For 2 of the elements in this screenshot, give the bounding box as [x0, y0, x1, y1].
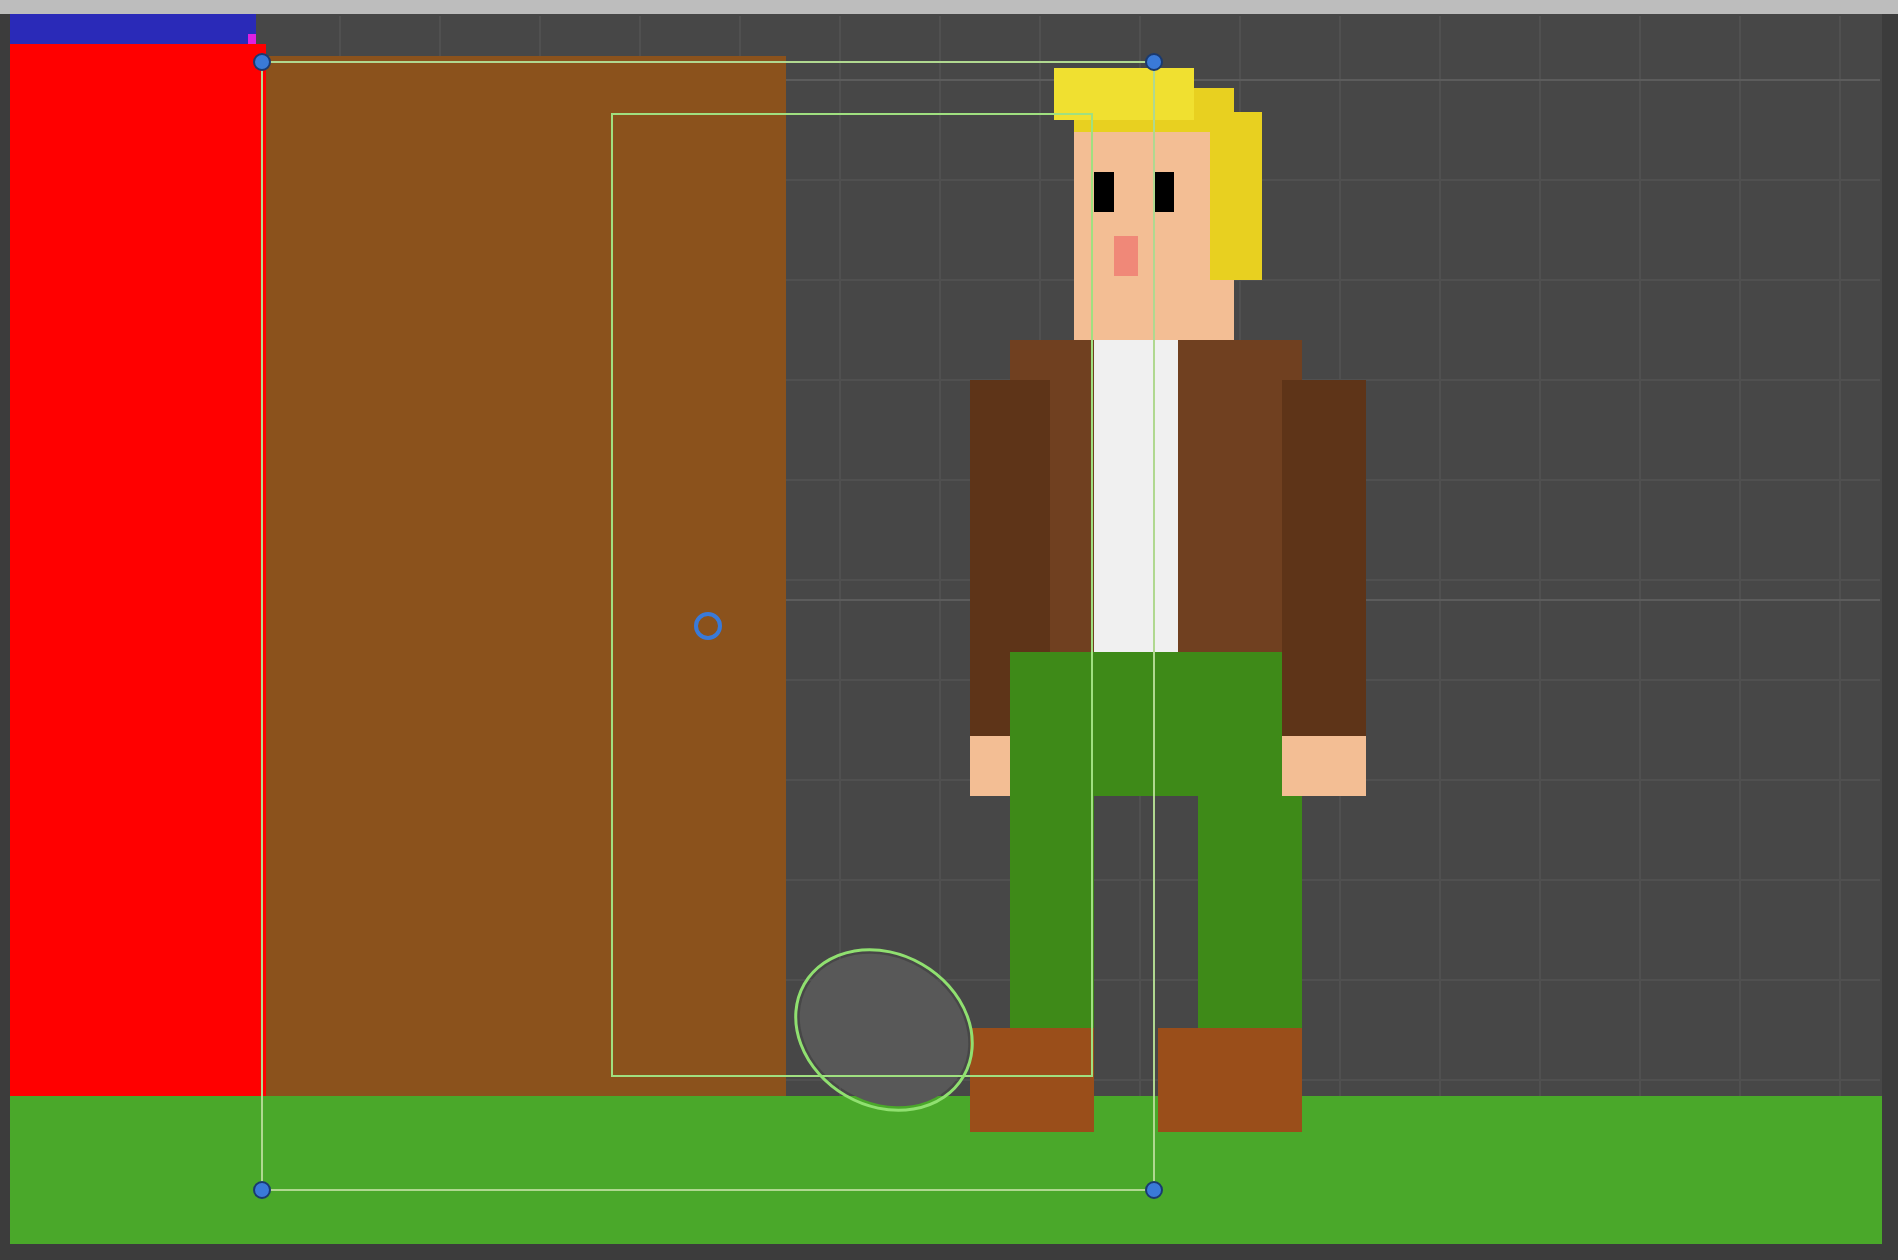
selection-gizmo[interactable]: [253, 53, 1163, 1199]
marker-pixel: [248, 34, 256, 44]
